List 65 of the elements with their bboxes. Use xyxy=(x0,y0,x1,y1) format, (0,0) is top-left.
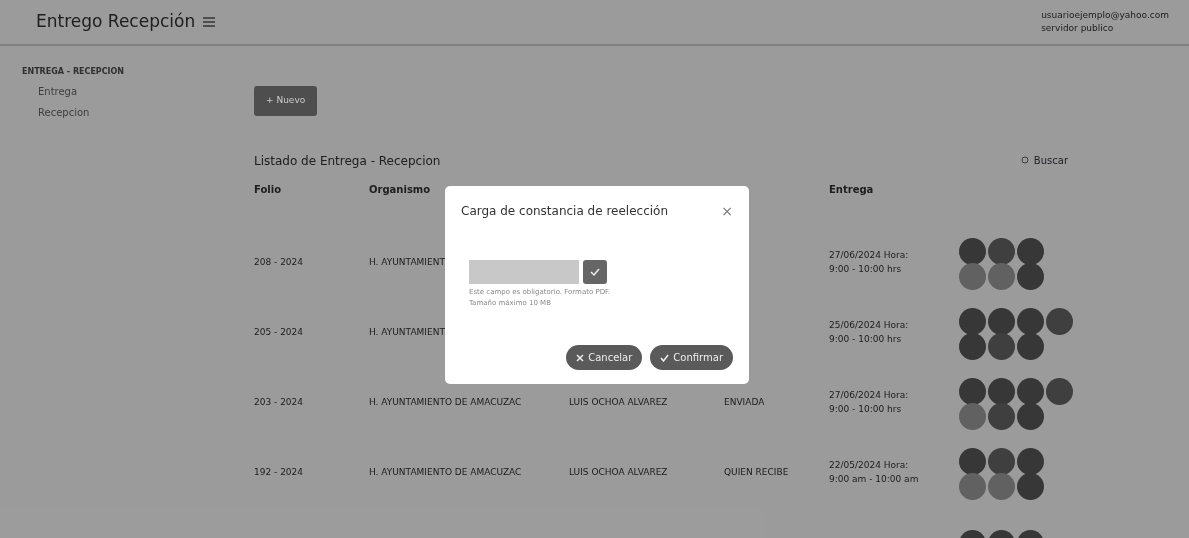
table-cell: 208 - 2024 xyxy=(254,256,304,267)
column-header: Folio xyxy=(254,183,283,197)
column-header: Entrega xyxy=(829,183,875,197)
check-icon xyxy=(660,353,670,362)
action-button[interactable] xyxy=(959,307,986,335)
confirm-button[interactable]: Confirmar xyxy=(650,345,733,370)
action-button[interactable] xyxy=(988,472,1015,500)
action-button[interactable] xyxy=(988,447,1015,475)
action-button[interactable] xyxy=(988,402,1015,430)
table-cell: QUIEN RECIBE xyxy=(724,466,789,477)
user-email: usuarioejemplo@yahoo.com xyxy=(1041,8,1169,22)
action-button[interactable] xyxy=(1017,237,1044,265)
file-field[interactable] xyxy=(469,260,579,284)
table-cell: 192 - 2024 xyxy=(254,466,304,477)
close-button[interactable]: × xyxy=(721,204,733,218)
action-button[interactable] xyxy=(959,377,986,405)
action-button[interactable] xyxy=(959,472,986,500)
table-cell: H. AYUNTAMIENT xyxy=(369,326,445,337)
action-button[interactable] xyxy=(1017,262,1044,290)
action-button[interactable] xyxy=(988,377,1015,405)
action-button[interactable] xyxy=(1017,377,1044,405)
action-button[interactable] xyxy=(959,332,986,360)
table-cell: 25/06/2024 Hora: 9:00 - 10:00 hrs xyxy=(829,320,909,344)
action-button[interactable] xyxy=(1017,402,1044,430)
table-cell: 27/06/2024 Hora: 9:00 - 10:00 hrs xyxy=(829,250,909,274)
action-button[interactable] xyxy=(1017,332,1044,360)
sidebar-item[interactable]: Recepcion xyxy=(22,99,230,120)
table-cell: LUIS OCHOA ALVAREZ xyxy=(569,396,668,407)
action-button[interactable] xyxy=(959,447,986,475)
action-button[interactable] xyxy=(988,307,1015,335)
search-button[interactable]: Buscar xyxy=(1019,152,1069,169)
app-title: Entrego Recepción xyxy=(36,10,196,34)
action-button[interactable] xyxy=(1046,307,1073,335)
table-cell: ENVIADA xyxy=(724,396,765,407)
table-cell: 203 - 2024 xyxy=(254,396,304,407)
action-button[interactable] xyxy=(1017,447,1044,475)
action-button[interactable] xyxy=(988,262,1015,290)
table-cell: 22/05/2024 Hora: 9:00 am - 10:00 am xyxy=(829,460,919,484)
search-icon xyxy=(1020,156,1030,165)
modal-title: Carga de constancia de reelección xyxy=(461,203,669,220)
action-button[interactable] xyxy=(1046,377,1073,405)
table-cell: LUIS OCHOA ALVAREZ xyxy=(569,466,668,477)
action-button[interactable] xyxy=(988,237,1015,265)
table-cell: 205 - 2024 xyxy=(254,326,304,337)
action-button[interactable] xyxy=(959,402,986,430)
close-icon xyxy=(576,353,585,362)
action-button[interactable] xyxy=(988,332,1015,360)
table-cell: 27/06/2024 Hora: 9:00 - 10:00 hrs xyxy=(829,390,909,414)
action-button[interactable] xyxy=(1017,472,1044,500)
upload-button[interactable] xyxy=(583,260,607,284)
cancel-button[interactable]: Cancelar xyxy=(566,345,643,370)
table-cell: H. AYUNTAMIENT xyxy=(369,256,445,267)
list-title: Listado de Entrega - Recepcion xyxy=(254,152,441,170)
action-button[interactable] xyxy=(959,237,986,265)
sidebar-item[interactable]: Entrega xyxy=(22,78,230,99)
new-button[interactable]: + Nuevo xyxy=(254,86,318,116)
check-icon xyxy=(590,267,600,277)
user-role: servidor publico xyxy=(1041,22,1115,35)
menu-icon[interactable] xyxy=(203,17,216,27)
action-button[interactable] xyxy=(1017,307,1044,335)
table-cell: H. AYUNTAMIENTO DE AMACUZAC xyxy=(369,396,522,407)
column-header: Organismo xyxy=(369,183,432,197)
sidebar-heading: ENTREGA - RECEPCION xyxy=(22,66,126,78)
action-button[interactable] xyxy=(959,262,986,290)
table-cell: H. AYUNTAMIENTO DE AMACUZAC xyxy=(369,466,522,477)
